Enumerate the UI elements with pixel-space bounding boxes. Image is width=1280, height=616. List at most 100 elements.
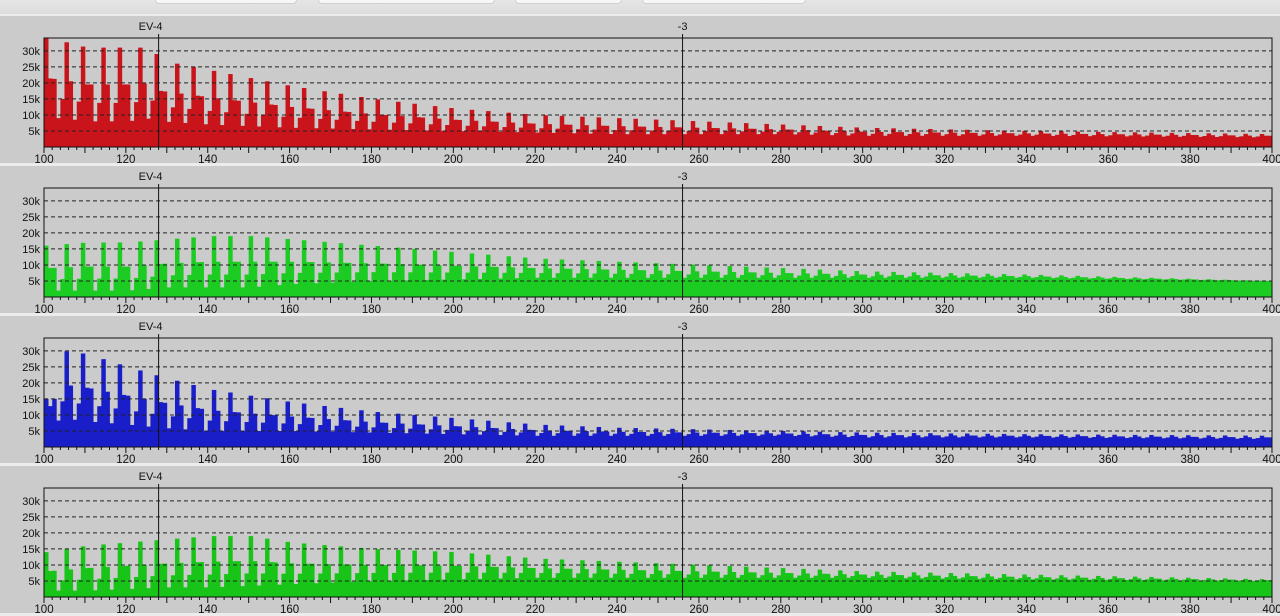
histogram-bar — [510, 428, 516, 447]
histogram-bar — [338, 93, 344, 147]
histogram-bar — [101, 47, 106, 147]
histogram-bar — [1104, 437, 1109, 447]
histogram-bar — [752, 272, 757, 297]
histogram-bar — [211, 236, 217, 297]
histogram-bar — [1169, 435, 1175, 447]
histogram-bar — [72, 290, 78, 297]
histogram-bar — [367, 581, 372, 597]
histogram-bar — [969, 132, 974, 147]
histogram-bar — [252, 413, 258, 447]
histogram-bar — [1226, 579, 1232, 597]
histogram-bar — [1218, 136, 1224, 147]
histogram-bar — [829, 135, 835, 147]
histogram-bar — [1153, 134, 1158, 147]
histogram-bar — [428, 429, 434, 447]
histogram-bar — [334, 272, 340, 297]
histogram-bar — [174, 380, 180, 447]
x-tick-label: 400 — [1262, 304, 1280, 316]
histogram-bar — [756, 134, 761, 147]
histogram-bar — [731, 571, 737, 597]
histogram-bar — [432, 250, 438, 297]
y-tick-label: 10k — [22, 410, 40, 422]
histogram-bar — [527, 567, 532, 597]
x-tick-label: 180 — [362, 154, 381, 166]
histogram-bar — [80, 46, 86, 147]
histogram-bar — [412, 103, 417, 147]
histogram-bar — [608, 134, 614, 147]
histogram-bar — [1206, 279, 1211, 297]
histogram-bar — [645, 435, 651, 447]
histogram-bar — [719, 134, 724, 147]
histogram-bar — [858, 574, 864, 597]
histogram-bar — [887, 133, 892, 147]
histogram-bar — [674, 270, 679, 297]
histogram-bar — [764, 267, 769, 297]
histogram-bar — [318, 573, 323, 597]
histogram-bar — [592, 273, 597, 297]
histogram-bar — [907, 436, 913, 447]
x-tick-label: 400 — [1262, 154, 1280, 166]
histogram-bar — [1128, 579, 1134, 597]
histogram-bar — [899, 435, 904, 447]
histogram-bar — [1173, 436, 1179, 447]
histogram-bar — [825, 573, 831, 597]
histogram-bar — [813, 435, 819, 447]
histogram-bar — [723, 131, 728, 147]
histogram-bar — [895, 435, 900, 447]
histogram-bar — [146, 118, 151, 147]
histogram-bar — [379, 422, 385, 447]
histogram-bar — [1124, 136, 1130, 147]
x-tick-label: 240 — [607, 604, 626, 616]
histogram-bar — [84, 387, 90, 447]
histogram-bar — [1018, 276, 1023, 297]
histogram-bar — [891, 271, 896, 297]
histogram-bar — [1149, 132, 1154, 147]
histogram-bar — [1050, 135, 1056, 147]
histogram-bar — [1022, 434, 1027, 447]
x-tick-label: 220 — [526, 154, 545, 166]
histogram-bar — [776, 275, 782, 297]
histogram-bar — [1034, 277, 1040, 297]
histogram-bar — [281, 273, 286, 297]
histogram-bar — [404, 580, 409, 597]
histogram-bar — [256, 585, 262, 597]
histogram-bar — [1210, 279, 1216, 297]
histogram-bar — [715, 571, 720, 597]
histogram-bar — [809, 134, 814, 147]
histogram-bar — [1190, 134, 1195, 147]
histogram-bar — [862, 434, 868, 447]
histogram-bar — [1091, 578, 1097, 597]
histogram-bar — [731, 432, 737, 447]
histogram-bar — [518, 432, 524, 447]
x-tick-label: 200 — [444, 304, 463, 316]
histogram-bar — [604, 269, 610, 297]
histogram-bar — [215, 561, 221, 597]
histogram-bar — [146, 588, 151, 597]
histogram-bar — [703, 434, 708, 447]
histogram-bar — [121, 565, 127, 597]
histogram-bar — [743, 430, 749, 447]
histogram-bar — [129, 120, 135, 147]
histogram-bar — [424, 579, 430, 597]
histogram-bar — [805, 130, 810, 147]
histogram-bar — [183, 429, 188, 447]
histogram-bar — [567, 568, 573, 597]
histogram-bar — [629, 130, 634, 147]
histogram-bar — [207, 574, 213, 597]
histogram-bar — [543, 424, 548, 447]
histogram-bar — [285, 401, 290, 447]
y-tick-label: 15k — [22, 244, 40, 256]
histogram-bar — [1259, 579, 1265, 597]
histogram-bar — [351, 128, 356, 147]
histogram-bar — [481, 431, 487, 447]
histogram-bar — [666, 274, 671, 297]
histogram-bar — [817, 269, 823, 297]
histogram-bar — [1165, 579, 1171, 597]
histogram-bar — [371, 572, 376, 597]
histogram-bar — [195, 562, 200, 597]
histogram-bar — [289, 261, 295, 297]
histogram-bar — [52, 570, 57, 597]
histogram-bar — [1128, 135, 1134, 147]
histogram-bar — [1239, 437, 1244, 447]
histogram-bar — [1108, 578, 1113, 597]
